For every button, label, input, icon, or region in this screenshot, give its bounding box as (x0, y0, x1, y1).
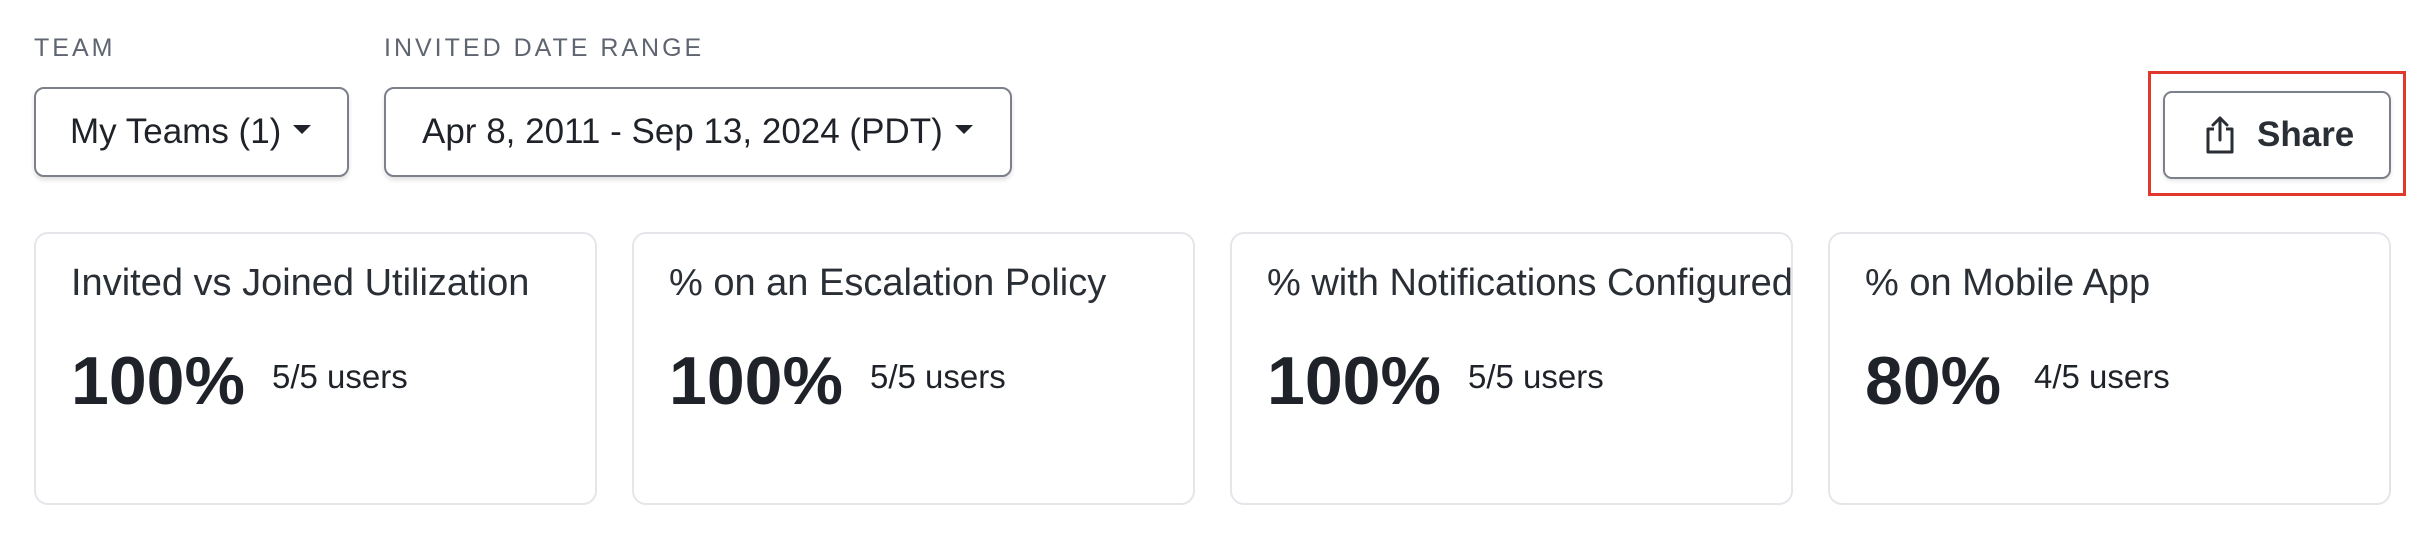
date-range-filter-label: INVITED DATE RANGE (384, 34, 705, 62)
team-filter-label: TEAM (34, 34, 116, 62)
metric-card-title: % on Mobile App (1865, 262, 2151, 304)
date-range-dropdown-value: Apr 8, 2011 - Sep 13, 2024 (PDT) (422, 112, 943, 151)
metric-card-users: 5/5 users (1468, 358, 1604, 395)
metric-card-value: 80% (1865, 343, 2002, 419)
share-button-label: Share (2257, 115, 2355, 154)
metric-card-value: 100% (1267, 343, 1441, 419)
metric-card-title: % with Notifications Configured (1267, 262, 1793, 304)
metric-card-users: 5/5 users (272, 358, 408, 395)
metric-card-value: 100% (71, 343, 245, 419)
team-dropdown-value: My Teams (1) (70, 112, 282, 151)
metric-card-title: Invited vs Joined Utilization (71, 262, 530, 304)
metric-card-mobile-app: % on Mobile App 80% 4/5 users (1828, 232, 2391, 505)
metric-card-notifications-configured: % with Notifications Configured 100% 5/5… (1230, 232, 1793, 505)
metric-card-value: 100% (669, 343, 843, 419)
chevron-down-icon (954, 124, 973, 134)
metric-card-title: % on an Escalation Policy (669, 262, 1107, 304)
team-dropdown[interactable]: My Teams (1) (34, 87, 349, 177)
chevron-down-icon (293, 124, 312, 134)
share-button[interactable]: Share (2163, 91, 2391, 179)
metric-card-escalation-policy: % on an Escalation Policy 100% 5/5 users (632, 232, 1195, 505)
metric-card-users: 4/5 users (2034, 358, 2170, 395)
metric-card-invited-vs-joined: Invited vs Joined Utilization 100% 5/5 u… (34, 232, 597, 505)
metric-card-users: 5/5 users (870, 358, 1006, 395)
share-icon (2203, 115, 2237, 155)
date-range-dropdown[interactable]: Apr 8, 2011 - Sep 13, 2024 (PDT) (384, 87, 1012, 177)
